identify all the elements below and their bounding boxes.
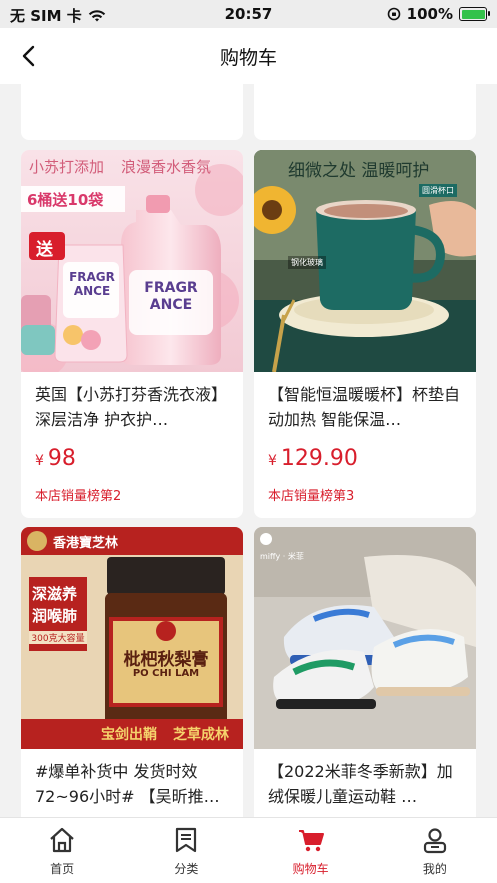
jar-brand: PO CHI LAM: [132, 668, 200, 679]
product-grid[interactable]: 小苏打添加 浪漫香水香氛 6桶送10袋 送 FRAGR ANCE FRAGR A…: [0, 84, 497, 817]
product-title[interactable]: 【智能恒温暖暖杯】杯垫自动加热 智能保温…: [254, 382, 476, 432]
price-value: 129.90: [280, 446, 358, 471]
promo-text: 6桶送10袋: [27, 191, 104, 209]
tab-label: 我的: [422, 862, 447, 876]
battery-percent: 100%: [406, 5, 453, 23]
bottom-tab-bar: 首页 分类 购物车 我的: [0, 817, 497, 883]
product-image[interactable]: 小苏打添加 浪漫香水香氛 6桶送10袋 送 FRAGR ANCE FRAGR A…: [21, 150, 243, 372]
tab-label: 分类: [174, 862, 199, 876]
tag-top: 圆滑杯口: [419, 184, 457, 197]
category-icon: [176, 827, 197, 853]
currency-symbol: ¥: [35, 453, 44, 469]
tab-profile[interactable]: 我的: [373, 818, 497, 883]
navigation-bar: 购物车: [0, 28, 497, 84]
tab-home[interactable]: 首页: [0, 818, 124, 883]
banner-right-text: 浪漫香水香氛: [121, 158, 212, 176]
product-image[interactable]: miffy · 米菲: [254, 527, 476, 749]
product-card[interactable]: 香港寶芝林 深滋养 润喉肺 300克大容量 枇杷秋梨膏 PO CHI LAM 宝…: [21, 527, 243, 817]
side-text-1: 深滋养: [32, 585, 78, 603]
home-icon: [50, 827, 74, 853]
side-text-2: 润喉肺: [32, 607, 78, 625]
status-bar: 无 SIM 卡 20:57 100%: [0, 0, 497, 28]
sales-rank-label[interactable]: 本店销量榜第2: [21, 485, 243, 504]
tab-cart[interactable]: 购物车: [249, 818, 373, 883]
bottom-left-slogan: 宝剑出鞘: [101, 727, 157, 743]
cart-icon: [298, 830, 324, 852]
product-image[interactable]: 香港寶芝林 深滋养 润喉肺 300克大容量 枇杷秋梨膏 PO CHI LAM 宝…: [21, 527, 243, 749]
product-title[interactable]: #爆单补货中 发货时效72~96小时# 【吴昕推…: [21, 759, 243, 809]
price-value: 98: [47, 446, 76, 471]
product-card[interactable]: 小苏打添加 浪漫香水香氛 6桶送10袋 送 FRAGR ANCE FRAGR A…: [21, 150, 243, 518]
tab-category[interactable]: 分类: [124, 818, 248, 883]
jar-label: 枇杷秋梨膏: [123, 650, 209, 670]
tab-label: 购物车: [292, 862, 329, 876]
currency-symbol: ¥: [268, 453, 277, 469]
sales-rank-label[interactable]: 本店销量榜第3: [254, 485, 476, 504]
detergent-product-image: [21, 150, 243, 372]
profile-icon: [423, 828, 446, 854]
product-price: ¥129.90: [254, 446, 476, 471]
image-headline: 细微之处 温暖呵护: [288, 161, 430, 181]
brand-label: 香港寶芝林: [53, 536, 119, 551]
product-card-previous-right[interactable]: [254, 84, 476, 140]
gift-tag: 送: [36, 240, 53, 260]
back-button[interactable]: [14, 42, 42, 70]
brand-label: miffy · 米菲: [260, 552, 304, 561]
page-title: 购物车: [219, 46, 277, 69]
product-image[interactable]: 细微之处 温暖呵护 圆滑杯口 钢化玻璃: [254, 150, 476, 372]
tag-side: 钢化玻璃: [288, 256, 326, 269]
product-card-previous-left[interactable]: [21, 84, 243, 140]
pouch-label: FRAGR ANCE: [69, 270, 115, 298]
product-price: ¥98: [21, 446, 243, 471]
bottom-right-slogan: 芝草成林: [173, 727, 229, 743]
banner-left-text: 小苏打添加: [29, 158, 105, 176]
bottle-label: FRAGR ANCE: [144, 280, 198, 313]
chevron-left-icon: [22, 45, 35, 67]
capacity-label: 300克大容量: [29, 631, 87, 644]
product-card[interactable]: miffy · 米菲 【2022米菲冬季新款】加绒保暖儿童运动鞋 …: [254, 527, 476, 817]
product-card[interactable]: 细微之处 温暖呵护 圆滑杯口 钢化玻璃 【智能恒温暖暖杯】杯垫自动加热 智能保温…: [254, 150, 476, 518]
battery-icon: [459, 7, 490, 21]
product-title[interactable]: 【2022米菲冬季新款】加绒保暖儿童运动鞋 …: [254, 759, 476, 809]
shopping-cart-screen: 无 SIM 卡 20:57 100% 购物车 小苏打添加 浪漫香水香氛 6桶送1…: [0, 0, 497, 883]
orientation-lock-icon: [387, 7, 400, 21]
status-right: 100%: [387, 5, 490, 23]
product-title[interactable]: 英国【小苏打芬香洗衣液】 深层洁净 护衣护…: [21, 382, 243, 432]
tab-label: 首页: [50, 862, 75, 876]
